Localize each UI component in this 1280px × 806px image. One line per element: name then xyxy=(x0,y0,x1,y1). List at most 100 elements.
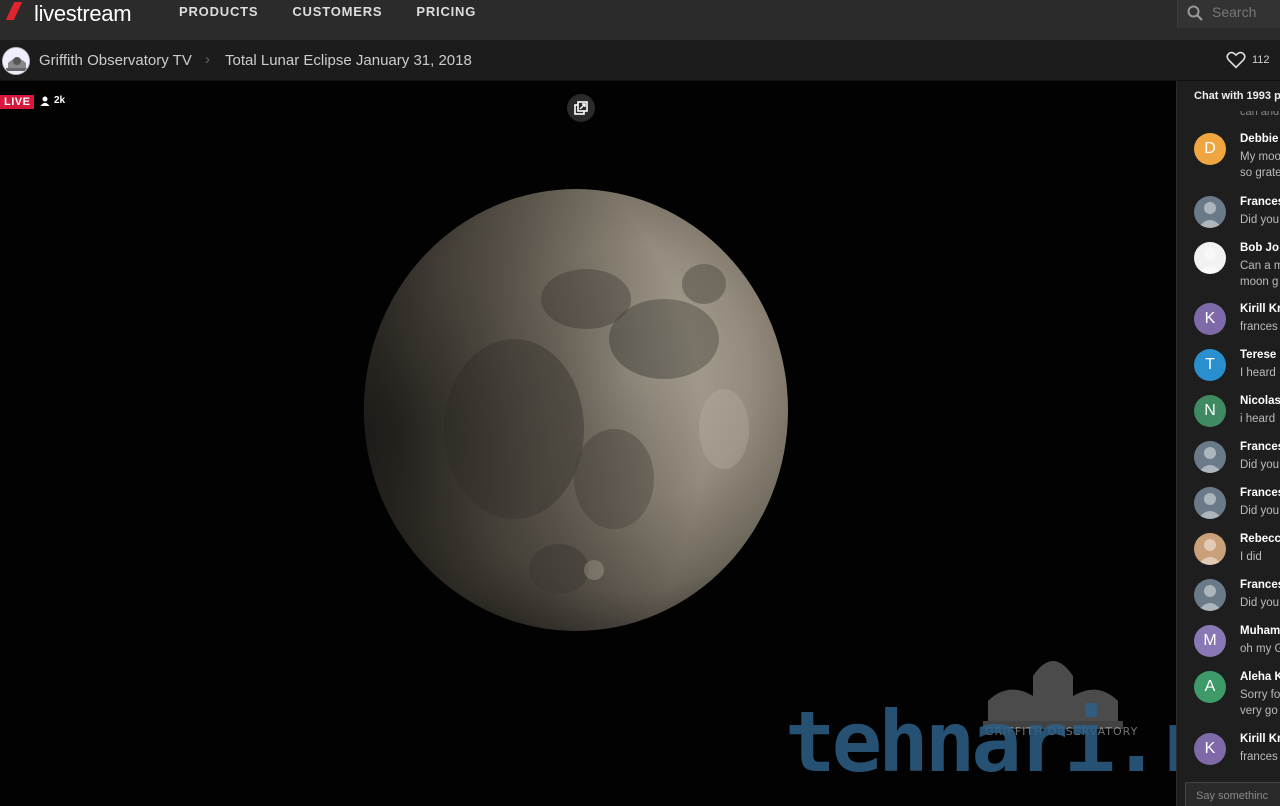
chat-message-text: Did you xyxy=(1240,595,1279,611)
chat-message: M Muham oh my G xyxy=(1177,625,1280,671)
site-watermark: tehnari.ru xyxy=(785,693,1176,791)
chat-user-avatar[interactable]: K xyxy=(1194,303,1226,335)
chat-message-text: frances xyxy=(1240,319,1278,335)
viewer-count-value: 2k xyxy=(54,95,66,106)
chat-message-text: My moo so grate xyxy=(1240,149,1280,181)
chat-message: N Nicolas i heard xyxy=(1177,395,1280,441)
chat-user-avatar[interactable] xyxy=(1194,487,1226,519)
breadcrumb-event: Total Lunar Eclipse January 31, 2018 xyxy=(225,52,472,69)
channel-avatar[interactable] xyxy=(2,47,30,75)
likes-count: 112 xyxy=(1252,54,1270,66)
chat-user-avatar[interactable]: M xyxy=(1194,625,1226,657)
live-badge: LIVE xyxy=(0,95,35,109)
chat-user-avatar[interactable] xyxy=(1194,533,1226,565)
main-nav: PRODUCTS CUSTOMERS PRICING xyxy=(179,4,476,19)
chat-message-line: so grate xyxy=(1240,167,1280,179)
chat-message: Frances Did you xyxy=(1177,579,1280,625)
chat-message-line: very go xyxy=(1240,705,1278,717)
chat-message: Frances Did you xyxy=(1177,196,1280,242)
chat-message-text: I heard xyxy=(1240,365,1276,381)
chat-username[interactable]: Frances xyxy=(1240,579,1280,591)
chat-user-avatar[interactable]: D xyxy=(1194,133,1226,165)
chat-username[interactable]: Debbie xyxy=(1240,133,1278,145)
chat-message-line: My moo xyxy=(1240,151,1280,163)
chat-message: Frances Did you xyxy=(1177,487,1280,533)
user-photo-icon xyxy=(1198,585,1222,611)
chat-message: Frances Did you xyxy=(1177,441,1280,487)
popout-button[interactable] xyxy=(567,94,595,122)
chat-user-avatar[interactable]: K xyxy=(1194,733,1226,765)
chat-message: D Debbie My moo so grate xyxy=(1177,133,1280,179)
chat-message: T Terese I heard xyxy=(1177,349,1280,395)
chat-message-line: Did you xyxy=(1240,505,1279,517)
chat-message-line: Did you xyxy=(1240,214,1279,226)
chat-username[interactable]: Terese xyxy=(1240,349,1276,361)
chat-panel: Chat with 1993 p can and D Debbie My moo so… xyxy=(1176,81,1280,806)
chat-input[interactable] xyxy=(1185,782,1280,806)
logo-text: livestream xyxy=(34,1,132,26)
channel-breadcrumb-bar: Griffith Observatory TV › Total Lunar Ec… xyxy=(0,40,1280,81)
chat-username[interactable]: Nicolas xyxy=(1240,395,1280,407)
chat-message: Bob Jo Can a m moon g xyxy=(1177,242,1280,288)
chat-message-text: Did you xyxy=(1240,503,1279,519)
video-player[interactable]: LIVE 2k GRIFFITH OBSERVATORY tehnari. xyxy=(0,81,1176,806)
chat-username[interactable]: Frances xyxy=(1240,487,1280,499)
search-icon xyxy=(1187,5,1203,21)
chat-message-line: frances xyxy=(1240,751,1278,763)
chat-message-text: frances xyxy=(1240,749,1278,765)
chat-username[interactable]: Muham xyxy=(1240,625,1280,637)
chat-message-line: I heard xyxy=(1240,367,1276,379)
chat-message-text: Sorry fo very go xyxy=(1240,687,1280,719)
user-photo-icon xyxy=(1198,248,1222,274)
chat-message-text: i heard xyxy=(1240,411,1275,427)
chat-message-line: Sorry fo xyxy=(1240,689,1280,701)
chat-message-line: oh my G xyxy=(1240,643,1280,655)
search-box[interactable] xyxy=(1177,0,1280,28)
chat-username[interactable]: Aleha K xyxy=(1240,671,1280,683)
moon-image xyxy=(364,189,788,631)
search-input[interactable] xyxy=(1212,4,1276,20)
chat-username[interactable]: Frances xyxy=(1240,441,1280,453)
person-icon xyxy=(40,96,50,106)
observatory-avatar-icon xyxy=(3,48,29,74)
nav-products[interactable]: PRODUCTS xyxy=(179,4,258,19)
top-navbar: livestream PRODUCTS CUSTOMERS PRICING xyxy=(0,0,1280,40)
chat-user-avatar[interactable] xyxy=(1194,196,1226,228)
breadcrumb-channel[interactable]: Griffith Observatory TV xyxy=(39,52,192,69)
chat-message-text: Did you xyxy=(1240,457,1279,473)
chat-message: Rebecc I did xyxy=(1177,533,1280,579)
viewer-count: 2k xyxy=(40,95,65,106)
chat-username[interactable]: Kirill Kr xyxy=(1240,303,1280,315)
user-photo-icon xyxy=(1198,493,1222,519)
chat-username[interactable]: Bob Jo xyxy=(1240,242,1279,254)
chat-message-line: frances xyxy=(1240,321,1278,333)
chat-user-avatar[interactable]: T xyxy=(1194,349,1226,381)
logo-mark-icon xyxy=(8,4,32,24)
chat-user-avatar[interactable] xyxy=(1194,441,1226,473)
breadcrumb-chevron-icon: › xyxy=(205,51,210,68)
livestream-logo[interactable]: livestream xyxy=(8,0,132,28)
chat-message-text: Can a m moon g xyxy=(1240,258,1280,290)
like-button[interactable]: 112 xyxy=(1226,51,1270,69)
chat-message-line: I did xyxy=(1240,551,1262,563)
popout-icon xyxy=(574,101,588,115)
chat-username[interactable]: Frances xyxy=(1240,196,1280,208)
chat-message-line: Did you xyxy=(1240,459,1279,471)
chat-username[interactable]: Rebecc xyxy=(1240,533,1280,545)
chat-user-avatar[interactable] xyxy=(1194,242,1226,274)
chat-message-text: Did you xyxy=(1240,212,1279,228)
nav-customers[interactable]: CUSTOMERS xyxy=(292,4,382,19)
chat-message: K Kirill Kr frances xyxy=(1177,303,1280,349)
chat-message: K Kirill Kr frances xyxy=(1177,733,1280,779)
chat-message-text: I did xyxy=(1240,549,1262,565)
chat-user-avatar[interactable]: A xyxy=(1194,671,1226,703)
chat-username[interactable]: Kirill Kr xyxy=(1240,733,1280,745)
user-photo-icon xyxy=(1198,539,1222,565)
chat-message-line: Did you xyxy=(1240,597,1279,609)
chat-user-avatar[interactable] xyxy=(1194,579,1226,611)
chat-message-line: i heard xyxy=(1240,413,1276,425)
nav-pricing[interactable]: PRICING xyxy=(416,4,476,19)
chat-user-avatar[interactable]: N xyxy=(1194,395,1226,427)
chat-message-line: moon g xyxy=(1240,276,1279,288)
chat-header: Chat with 1993 p xyxy=(1177,81,1280,111)
